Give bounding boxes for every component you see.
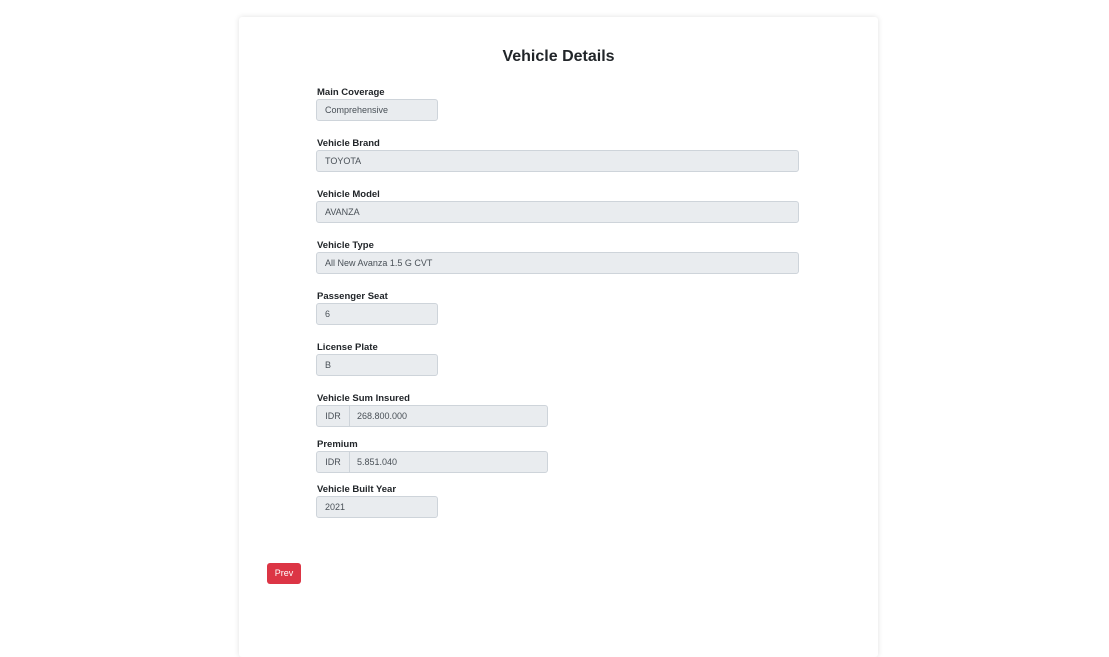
license-plate-field[interactable]: B bbox=[316, 354, 438, 376]
passenger-seat-label: Passenger Seat bbox=[317, 291, 388, 302]
vehicle-type-field[interactable]: All New Avanza 1.5 G CVT bbox=[316, 252, 799, 274]
premium-value: 5.851.040 bbox=[357, 457, 398, 467]
page-title: Vehicle Details bbox=[502, 48, 615, 65]
currency-prefix: IDR bbox=[317, 406, 350, 426]
premium-label: Premium bbox=[317, 439, 358, 450]
premium-field[interactable]: IDR 5.851.040 bbox=[316, 451, 548, 473]
vehicle-details-card: Vehicle Details Main Coverage Comprehens… bbox=[239, 17, 878, 657]
sum-insured-label: Vehicle Sum Insured bbox=[317, 393, 410, 404]
built-year-field[interactable]: 2021 bbox=[316, 496, 438, 518]
currency-prefix: IDR bbox=[317, 452, 350, 472]
sum-insured-field[interactable]: IDR 268.800.000 bbox=[316, 405, 548, 427]
sum-insured-value: 268.800.000 bbox=[357, 411, 408, 421]
built-year-label: Vehicle Built Year bbox=[317, 484, 397, 495]
vehicle-type-label: Vehicle Type bbox=[317, 240, 374, 251]
license-plate-label: License Plate bbox=[317, 342, 378, 353]
vehicle-brand-label: Vehicle Brand bbox=[317, 138, 380, 149]
main-coverage-label: Main Coverage bbox=[317, 87, 385, 98]
vehicle-model-label: Vehicle Model bbox=[317, 189, 380, 200]
prev-button[interactable]: Prev bbox=[267, 563, 301, 584]
vehicle-model-field[interactable]: AVANZA bbox=[316, 201, 799, 223]
main-coverage-field[interactable]: Comprehensive bbox=[316, 99, 438, 121]
passenger-seat-field[interactable]: 6 bbox=[316, 303, 438, 325]
vehicle-brand-field[interactable]: TOYOTA bbox=[316, 150, 799, 172]
